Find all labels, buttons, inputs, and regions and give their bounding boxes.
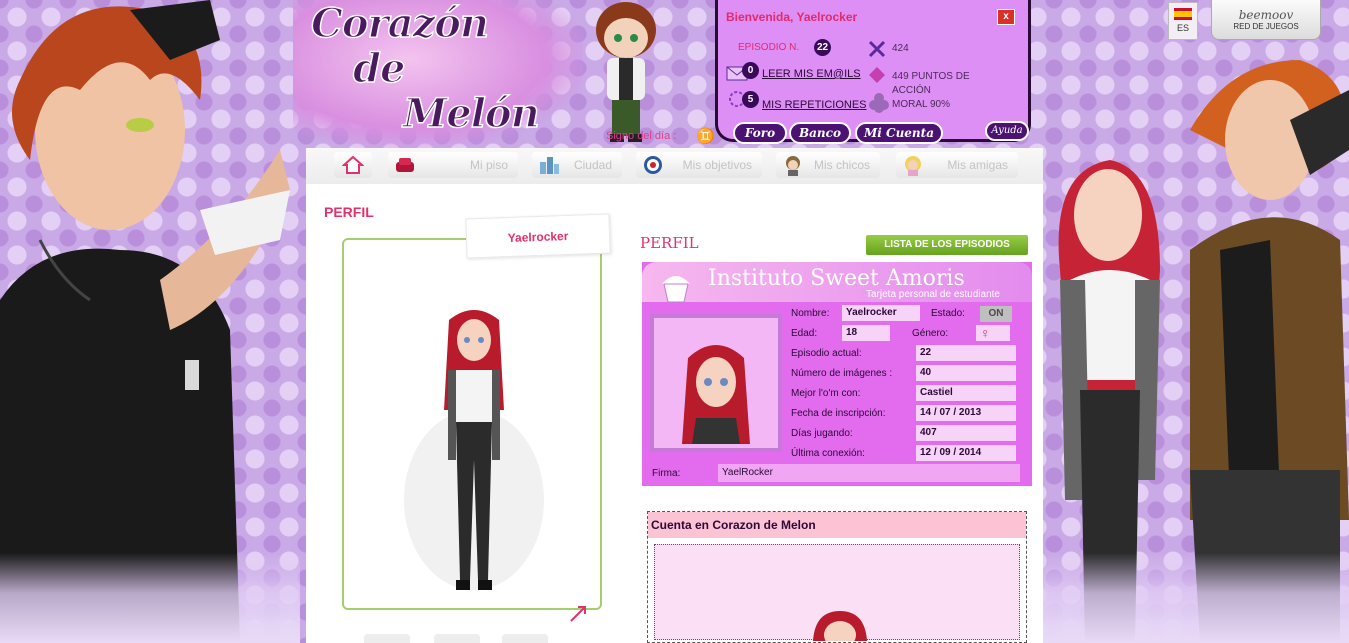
- field-label: Nombre:: [791, 308, 830, 319]
- username-label: Yaelrocker: [507, 228, 569, 246]
- nav-item-my-boys[interactable]: Mis chicos: [776, 152, 880, 178]
- best-lom-value: Castiel: [916, 385, 1016, 401]
- main-nav: Mi piso Ciudad Mis objetivos Mis chicos …: [306, 148, 1043, 184]
- field-label: Última conexión:: [791, 448, 865, 459]
- reps-count-badge: 5: [742, 91, 759, 108]
- field-label: Episodio actual:: [791, 348, 862, 359]
- nav-item-my-goals[interactable]: Mis objetivos: [636, 152, 762, 178]
- logo-line: Corazón: [310, 0, 489, 48]
- crossed-swords-icon: [868, 40, 886, 58]
- diamond-icon: [869, 67, 885, 83]
- episodes-list-button[interactable]: LISTA DE LOS EPISODIOS: [866, 235, 1028, 255]
- user-panel: Bienvenida, Yaelrocker x EPISODIO N. 22 …: [715, 0, 1031, 142]
- stat-value: 424: [892, 43, 909, 54]
- field-label: Estado:: [931, 308, 965, 319]
- section-title: PERFIL: [640, 234, 699, 252]
- target-icon: [644, 156, 662, 174]
- field-label: Edad:: [791, 328, 818, 339]
- welcome-text: Bienvenida, Yaelrocker: [726, 10, 858, 24]
- beemoov-logo: beemoov: [1238, 8, 1294, 22]
- field-label: Número de imágenes :: [791, 368, 893, 379]
- account-preview: [654, 544, 1020, 641]
- status-badge: ON: [980, 306, 1012, 322]
- spain-flag-icon: [1174, 8, 1192, 20]
- nav-label: Mis chicos: [813, 158, 870, 172]
- card-subtitle: Tarjeta personal de estudiante: [866, 289, 1000, 300]
- beemoov-subtitle: RED DE JUEGOS: [1233, 22, 1299, 31]
- logo-line: de: [352, 44, 406, 93]
- right-grass-decoration: [1040, 553, 1349, 643]
- nav-item-my-friends[interactable]: Mis amigas: [896, 152, 1018, 178]
- female-icon: ♀: [976, 325, 1010, 341]
- nav-label: Mis amigas: [947, 158, 1008, 172]
- field-label: Días jugando:: [791, 428, 853, 439]
- character-avatar: [404, 310, 544, 590]
- episode-label: EPISODIO N.: [738, 42, 800, 53]
- episode-value: 22: [916, 345, 1016, 361]
- field-label: Firma:: [652, 468, 681, 479]
- episode-badge: 22: [814, 39, 831, 56]
- home-icon: [342, 155, 364, 174]
- student-photo: [650, 314, 782, 452]
- main-content: Mi piso Ciudad Mis objetivos Mis chicos …: [306, 148, 1043, 643]
- logo-line: Melón: [402, 89, 540, 138]
- avatar-frame: [342, 238, 602, 622]
- nav-item-my-flat[interactable]: Mi piso: [388, 152, 518, 178]
- left-character-art: [0, 0, 290, 643]
- language-label: ES: [1176, 23, 1189, 33]
- help-button[interactable]: Ayuda: [985, 121, 1029, 141]
- city-icon: [540, 157, 559, 174]
- chibi-avatar: [596, 2, 656, 142]
- signup-date-value: 14 / 07 / 2013: [916, 405, 1016, 421]
- avatar-tab[interactable]: [502, 634, 548, 643]
- read-emails-link[interactable]: LEER MIS EM@ILS: [762, 68, 861, 80]
- account-avatar-preview: [813, 611, 867, 641]
- name-value: Yaelrocker: [842, 305, 920, 321]
- username-tab: Yaelrocker: [465, 213, 611, 259]
- nav-item-city[interactable]: Ciudad: [532, 152, 622, 178]
- field-label: Género:: [912, 328, 949, 339]
- card-title: Instituto Sweet Amoris: [708, 266, 965, 291]
- emails-count-badge: 0: [742, 62, 759, 79]
- nav-label: Mis objetivos: [682, 158, 752, 172]
- age-value: 18: [842, 325, 890, 341]
- forum-button[interactable]: Foro: [733, 122, 787, 144]
- beemoov-badge[interactable]: beemoov RED DE JUEGOS: [1211, 0, 1321, 40]
- avatar-tab[interactable]: [364, 634, 410, 643]
- my-account-button[interactable]: Mi Cuenta: [855, 122, 943, 144]
- field-label: Mejor l'o'm con:: [791, 388, 861, 399]
- logo[interactable]: Corazón de Melón: [293, 0, 583, 148]
- girl-avatar-icon: [905, 156, 921, 176]
- boy-avatar-icon: [786, 156, 800, 176]
- student-portrait: [682, 345, 750, 444]
- account-title: Cuenta en Corazon de Melon: [648, 512, 1026, 538]
- nav-item-home[interactable]: [334, 152, 372, 178]
- nav-label: Ciudad: [573, 158, 612, 172]
- left-grass-decoration: [0, 553, 300, 643]
- cupcake-icon: [662, 276, 690, 303]
- sofa-icon: [396, 158, 414, 172]
- expand-icon[interactable]: [568, 604, 588, 624]
- field-label: Fecha de inscripción:: [791, 408, 886, 419]
- my-repetitions-link[interactable]: MIS REPETICIONES: [762, 99, 867, 111]
- nav-label: Mi piso: [469, 158, 508, 172]
- signature-value: YaelRocker: [718, 464, 1020, 482]
- gemini-icon[interactable]: ♊: [696, 127, 715, 145]
- right-characters-art: [1058, 60, 1349, 643]
- last-connection-value: 12 / 09 / 2014: [916, 445, 1016, 461]
- account-box: Cuenta en Corazon de Melon: [647, 511, 1027, 643]
- action-points: 449 PUNTOS DE ACCIÓN: [892, 71, 970, 96]
- language-selector[interactable]: ES: [1168, 2, 1198, 40]
- close-button[interactable]: x: [997, 9, 1015, 25]
- page-title: PERFIL: [324, 204, 374, 220]
- days-played-value: 407: [916, 425, 1016, 441]
- sign-of-day-label: Signo del día :: [606, 130, 677, 142]
- moral-value: MORAL 90%: [892, 99, 950, 110]
- images-value: 40: [916, 365, 1016, 381]
- avatar-tab[interactable]: [434, 634, 480, 643]
- moral-flower-icon: [869, 93, 889, 113]
- bank-button[interactable]: Banco: [789, 122, 851, 144]
- card-header: Instituto Sweet Amoris Tarjeta personal …: [642, 262, 1032, 303]
- student-card: Instituto Sweet Amoris Tarjeta personal …: [642, 262, 1032, 486]
